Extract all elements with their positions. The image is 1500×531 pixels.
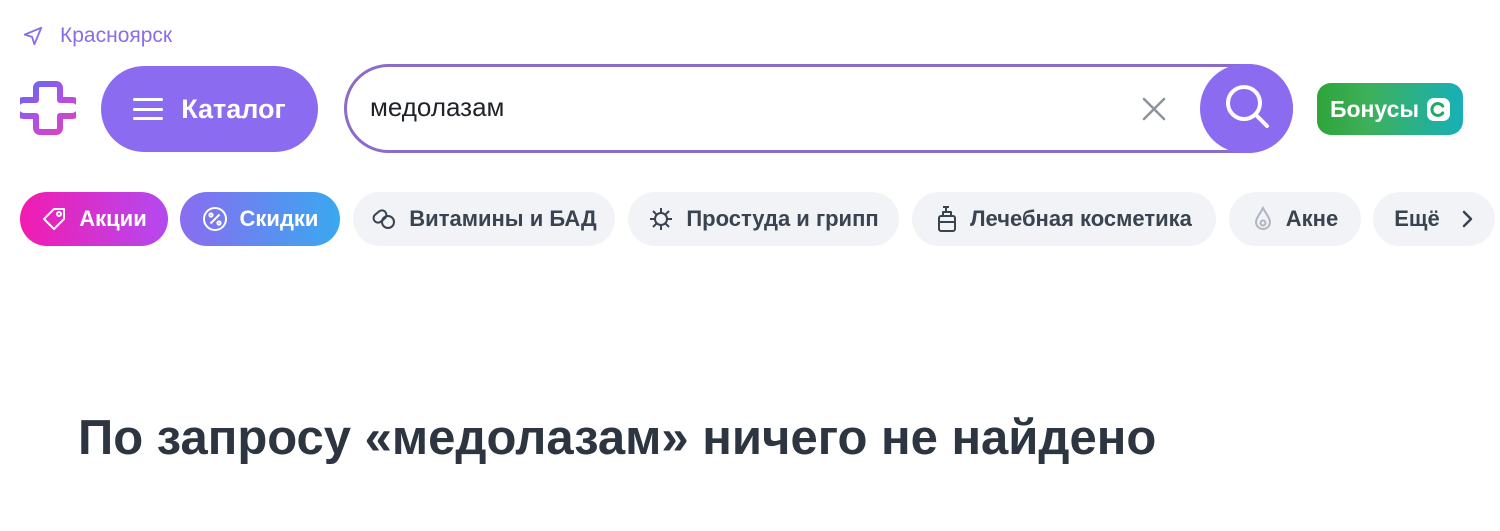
close-icon[interactable] xyxy=(1139,94,1169,124)
pharmacy-plus-logo-icon[interactable] xyxy=(13,80,83,136)
chip-label: Акции xyxy=(79,206,147,231)
chip-acne[interactable]: Акне xyxy=(1229,192,1361,246)
chevron-right-icon xyxy=(1460,209,1474,229)
chip-label: Скидки xyxy=(239,206,319,231)
city-selector[interactable]: Красноярск xyxy=(22,24,172,48)
chip-label: Ещё xyxy=(1394,206,1440,231)
search-button[interactable] xyxy=(1200,64,1293,153)
catalog-button[interactable]: Каталог xyxy=(101,66,318,152)
chip-label: Простуда и грипп xyxy=(686,206,879,231)
city-name: Красноярск xyxy=(60,24,173,47)
catalog-label: Каталог xyxy=(181,93,286,124)
chip-promo[interactable]: Акции xyxy=(20,192,168,246)
chip-more[interactable]: Ещё xyxy=(1373,192,1495,246)
chip-label: Лечебная косметика xyxy=(970,206,1192,231)
virus-icon xyxy=(648,206,674,232)
menu-icon xyxy=(133,98,164,120)
empty-results-message: По запросу «медолазам» ничего не найдено xyxy=(78,411,1157,465)
chip-discount[interactable]: Скидки xyxy=(180,192,340,246)
bonus-button[interactable]: Бонусы xyxy=(1317,83,1463,135)
drop-icon xyxy=(1252,206,1274,232)
chip-cold-flu[interactable]: Простуда и грипп xyxy=(628,192,899,246)
search-bar xyxy=(344,64,1293,153)
percent-icon xyxy=(202,206,228,232)
bonus-label: Бонусы xyxy=(1329,95,1420,122)
chip-label: Витамины и БАД xyxy=(409,206,597,231)
chip-medical-cosmetics[interactable]: Лечебная косметика xyxy=(912,192,1216,246)
search-input[interactable] xyxy=(370,86,1110,128)
capsules-icon xyxy=(371,206,397,232)
chip-vitamins[interactable]: Витамины и БАД xyxy=(353,192,615,246)
page: Красноярск Каталог медолазам Бонусы Акци… xyxy=(0,0,1500,531)
tag-icon xyxy=(41,206,67,232)
location-arrow-icon xyxy=(22,25,44,47)
chip-label: Акне xyxy=(1285,206,1339,231)
search-icon xyxy=(1221,80,1273,137)
bottle-icon xyxy=(936,205,958,233)
bonus-coin-icon xyxy=(1427,97,1451,121)
